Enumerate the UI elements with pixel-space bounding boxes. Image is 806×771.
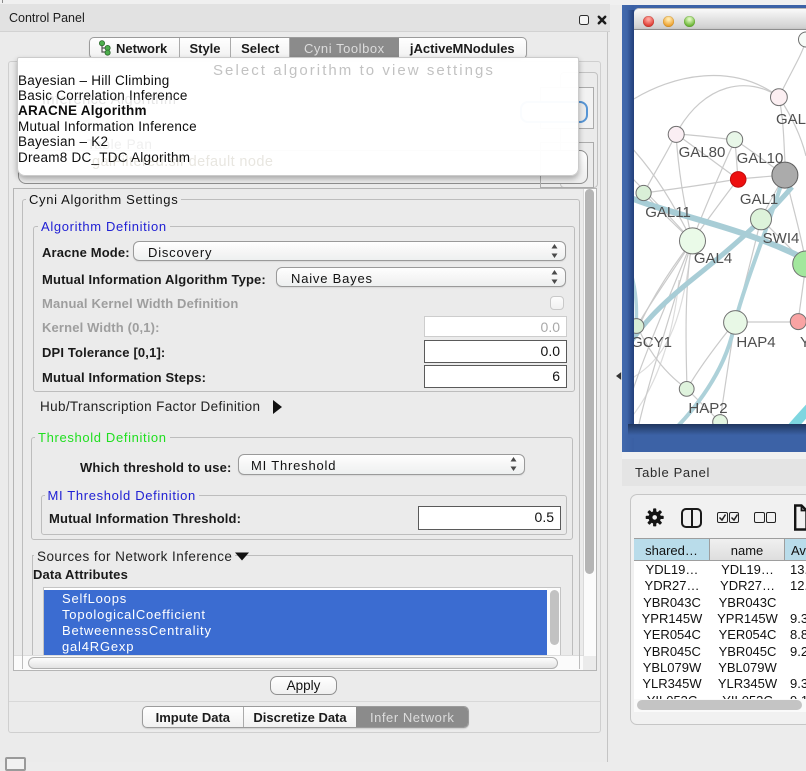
svg-text:GCY1: GCY1: [634, 334, 672, 351]
svg-text:GAL1: GAL1: [740, 191, 778, 208]
svg-text:HAP2: HAP2: [688, 400, 727, 417]
svg-text:YPL: YPL: [800, 334, 806, 351]
svg-text:GAL7: GAL7: [776, 111, 806, 128]
svg-text:SWI4: SWI4: [763, 230, 800, 247]
svg-text:GAL11: GAL11: [645, 204, 691, 221]
svg-text:GAL10: GAL10: [737, 150, 784, 167]
svg-text:HAP4: HAP4: [736, 334, 775, 351]
svg-text:GAL4: GAL4: [694, 250, 732, 267]
svg-text:GAL80: GAL80: [679, 144, 726, 161]
